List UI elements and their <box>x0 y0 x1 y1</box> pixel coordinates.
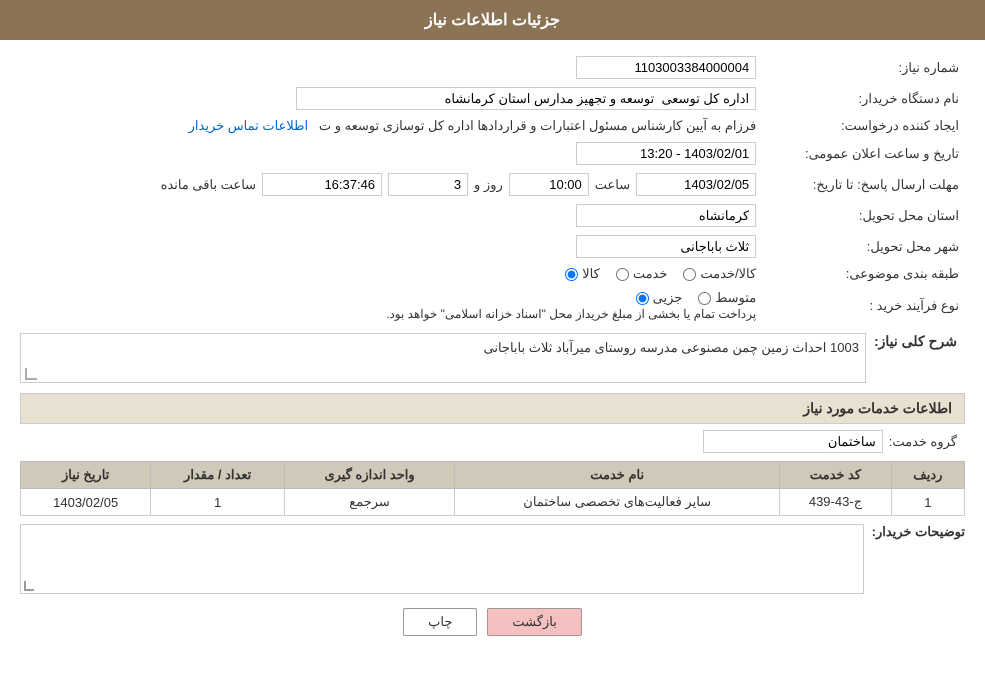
request-number-label: شماره نیاز: <box>762 52 965 83</box>
description-section: شرح کلی نیاز: 1003 احداث زمین چمن مصنوعی… <box>20 333 965 383</box>
buyer-comments-section: توضیحات خریدار: <box>20 524 965 594</box>
category-label: طبقه بندی موضوعی: <box>762 262 965 286</box>
created-by-label: ایجاد کننده درخواست: <box>762 114 965 138</box>
cell-row: 1 <box>891 489 964 516</box>
category-label-kala-khedmat: کالا/خدمت <box>700 266 756 282</box>
services-table: ردیف کد خدمت نام خدمت واحد اندازه گیری ت… <box>20 461 965 516</box>
main-info-table: شماره نیاز: نام دستگاه خریدار: ایجاد کنن… <box>20 52 965 325</box>
purchase-type-option-jozii[interactable]: جزیی <box>636 290 683 306</box>
buyer-comments-box <box>20 524 864 594</box>
delivery-province-label: استان محل تحویل: <box>762 200 965 231</box>
purchase-type-radio-group: متوسط جزیی <box>636 290 757 306</box>
delivery-city-input <box>576 235 756 258</box>
days-label: روز و <box>474 177 503 193</box>
cell-code: ج-43-439 <box>780 489 892 516</box>
purchase-type-note: پرداخت تمام یا بخشی از مبلغ خریداز محل "… <box>386 307 756 321</box>
category-radio-group: کالا/خدمت خدمت کالا <box>565 266 756 282</box>
cell-unit: سرجمع <box>284 489 454 516</box>
col-header-unit: واحد اندازه گیری <box>284 462 454 489</box>
col-header-quantity: تعداد / مقدار <box>151 462 285 489</box>
reply-days-input <box>388 173 468 196</box>
print-button[interactable]: چاپ <box>403 608 477 636</box>
page-header: جزئیات اطلاعات نیاز <box>0 0 985 40</box>
category-label-khedmat: خدمت <box>633 266 668 282</box>
services-section-header: اطلاعات خدمات مورد نیاز <box>20 393 965 424</box>
category-option-kala[interactable]: کالا <box>565 266 600 282</box>
purchase-type-label-motavasset: متوسط <box>715 290 756 306</box>
delivery-province-input <box>576 204 756 227</box>
purchase-type-option-motavasset[interactable]: متوسط <box>698 290 756 306</box>
col-header-code: کد خدمت <box>780 462 892 489</box>
purchase-type-label: نوع فرآیند خرید : <box>762 286 965 325</box>
reply-time-input <box>509 173 589 196</box>
page-title: جزئیات اطلاعات نیاز <box>425 12 560 29</box>
reply-deadline-label: مهلت ارسال پاسخ: تا تاریخ: <box>762 169 965 200</box>
reply-timer-input <box>262 173 382 196</box>
cell-date: 1403/02/05 <box>21 489 151 516</box>
contact-info-link[interactable]: اطلاعات تماس خریدار <box>189 118 308 133</box>
category-label-kala: کالا <box>582 266 600 282</box>
service-group-input <box>703 430 883 453</box>
button-row: بازگشت چاپ <box>20 608 965 636</box>
table-row: 1 ج-43-439 سایر فعالیت‌های تخصصی ساختمان… <box>21 489 965 516</box>
back-button[interactable]: بازگشت <box>487 608 581 636</box>
time-label: ساعت <box>595 177 630 193</box>
announce-date-label: تاریخ و ساعت اعلان عمومی: <box>762 138 965 169</box>
request-number-input <box>576 56 756 79</box>
delivery-city-label: شهر محل تحویل: <box>762 231 965 262</box>
col-header-row: ردیف <box>891 462 964 489</box>
buyer-org-input <box>296 87 756 110</box>
category-option-kala-khedmat[interactable]: کالا/خدمت <box>683 266 756 282</box>
service-group-row: گروه خدمت: <box>20 430 965 453</box>
purchase-type-label-jozii: جزیی <box>653 290 683 306</box>
description-text: 1003 احداث زمین چمن مصنوعی مدرسه روستای … <box>484 340 859 355</box>
announce-date-input <box>576 142 756 165</box>
description-label: شرح کلی نیاز: <box>874 333 965 350</box>
cell-name: سایر فعالیت‌های تخصصی ساختمان <box>455 489 780 516</box>
buyer-org-label: نام دستگاه خریدار: <box>762 83 965 114</box>
col-header-date: تاریخ نیاز <box>21 462 151 489</box>
timer-remaining-label: ساعت باقی مانده <box>161 177 256 193</box>
reply-date-input <box>636 173 756 196</box>
col-header-name: نام خدمت <box>455 462 780 489</box>
description-value: 1003 احداث زمین چمن مصنوعی مدرسه روستای … <box>20 333 866 383</box>
created-by-text: فرزام به آیین کارشناس مسئول اعتبارات و ق… <box>319 118 756 133</box>
category-option-khedmat[interactable]: خدمت <box>616 266 668 282</box>
service-group-label: گروه خدمت: <box>889 434 965 450</box>
buyer-comments-label: توضیحات خریدار: <box>872 524 965 540</box>
cell-quantity: 1 <box>151 489 285 516</box>
